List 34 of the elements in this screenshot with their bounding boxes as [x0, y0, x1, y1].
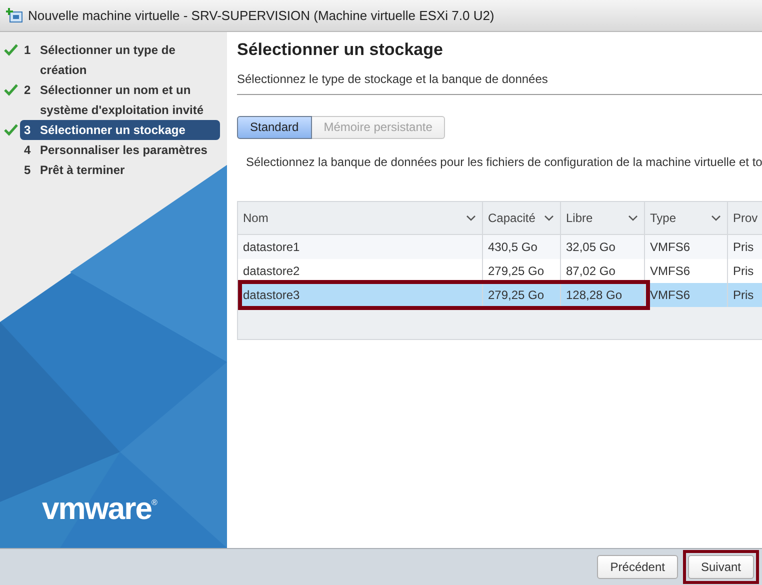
- column-header[interactable]: Prov: [728, 202, 762, 234]
- table-cell: datastore2: [238, 259, 483, 283]
- table-cell: 279,25 Go: [483, 259, 561, 283]
- column-header[interactable]: Capacité: [483, 202, 561, 234]
- column-header[interactable]: Nom: [238, 202, 483, 234]
- wizard-step[interactable]: 4 Personnaliser les paramètres: [20, 140, 220, 160]
- table-cell: 279,25 Go: [483, 283, 561, 307]
- chevron-down-icon[interactable]: [466, 215, 476, 221]
- description-text: Sélectionnez la banque de données pour les fichiers de configuration de la machine virtuelle et to: [246, 155, 762, 169]
- chevron-down-icon[interactable]: [711, 215, 721, 221]
- wizard-step[interactable]: 5 Prêt à terminer: [20, 160, 220, 180]
- wizard-step[interactable]: 3 Sélectionner un stockage: [20, 120, 220, 140]
- table-cell: 87,02 Go: [561, 259, 645, 283]
- table-row[interactable]: datastore1 430,5 Go 32,05 Go VMFS6 Pris: [238, 235, 762, 259]
- logo-text: vmware: [42, 492, 152, 526]
- wizard-button[interactable]: Suivant: [688, 555, 754, 579]
- table-cell: VMFS6: [645, 283, 728, 307]
- chevron-down-icon[interactable]: [544, 215, 554, 221]
- window-title: Nouvelle machine virtuelle - SRV-SUPERVISION (Machine virtuelle ESXi 7.0 U2): [28, 8, 494, 23]
- column-header[interactable]: Type: [645, 202, 728, 234]
- table-cell: Pris: [728, 283, 762, 307]
- column-header[interactable]: Libre: [561, 202, 645, 234]
- page-subtitle: Sélectionnez le type de stockage et la banque de données: [237, 72, 549, 86]
- chevron-down-icon[interactable]: [628, 215, 638, 221]
- table-cell: 128,28 Go: [561, 283, 645, 307]
- registered-mark: ®: [151, 498, 158, 507]
- wizard-button[interactable]: Précédent: [597, 555, 678, 579]
- table-row[interactable]: datastore2 279,25 Go 87,02 Go VMFS6 Pris: [238, 259, 762, 283]
- new-vm-icon: [6, 8, 24, 24]
- page-title: Sélectionner un stockage: [237, 39, 444, 61]
- storage-tab[interactable]: Standard: [237, 116, 312, 139]
- table-cell: datastore3: [238, 283, 483, 307]
- wizard-step[interactable]: 1 Sélectionner un type de création: [20, 40, 220, 80]
- wizard-step[interactable]: 2 Sélectionner un nom et un système d'exploitation invité: [20, 80, 220, 120]
